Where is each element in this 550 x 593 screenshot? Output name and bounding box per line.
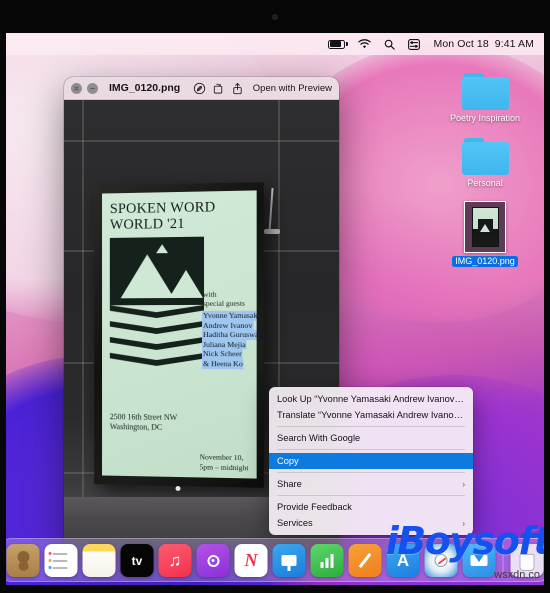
menu-item-services[interactable]: Services ›	[269, 515, 473, 531]
dock-item-music[interactable]: ♫	[158, 544, 192, 577]
dock-item-apple-tv[interactable]: tv	[120, 544, 154, 577]
dock[interactable]: tv ♫ N A	[6, 538, 544, 582]
menu-item-label: Translate “Yvonne Yamasaki Andrew Ivanov…	[277, 410, 465, 420]
menu-item-search-with-google[interactable]: Search With Google	[269, 430, 473, 446]
poster-chevron-stripes	[110, 305, 204, 366]
menu-bar-time: 9:41 AM	[494, 38, 534, 50]
dock-item-numbers[interactable]	[310, 544, 344, 577]
wall-cable	[268, 187, 274, 233]
menu-separator	[277, 495, 465, 496]
guest-name: Yvonne Yamasaki	[202, 310, 257, 321]
bar-chart-icon	[320, 553, 334, 568]
desktop-icon-poetry-inspiration[interactable]: Poetry Inspiration	[446, 73, 524, 124]
menu-separator	[277, 449, 465, 450]
dock-item-app-store[interactable]: A	[386, 544, 420, 577]
menu-bar-clock[interactable]: Mon Oct 18 9:41 AM	[433, 38, 534, 50]
laptop-device-frame: Mon Oct 18 9:41 AM Poetry Inspiration Pe…	[0, 0, 550, 593]
dock-item-podcasts[interactable]	[196, 544, 230, 577]
poster-address: 2500 16th Street NW Washington, DC	[109, 412, 178, 432]
menu-item-share[interactable]: Share ›	[269, 476, 473, 492]
pen-icon	[358, 552, 372, 569]
apple-tv-label: tv	[131, 553, 143, 568]
wall-grout-line	[64, 140, 339, 142]
app-store-label: A	[396, 550, 410, 570]
desktop-screen: Mon Oct 18 9:41 AM Poetry Inspiration Pe…	[6, 33, 544, 585]
menu-separator	[277, 426, 465, 427]
dock-item-contacts[interactable]	[6, 544, 40, 577]
music-note-icon: ♫	[168, 550, 182, 570]
podcast-icon	[207, 554, 219, 567]
screen-bezel-bottom	[0, 585, 550, 593]
menu-item-label: Look Up “Yvonne Yamasaki Andrew Ivanov…”	[277, 394, 465, 404]
poster-with-text: with special guests	[203, 289, 245, 308]
folder-icon	[461, 73, 509, 110]
desktop-icon-label: IMG_0120.png	[452, 256, 518, 267]
desktop-icon-img-0120[interactable]: IMG_0120.png	[446, 201, 524, 267]
menu-item-look-up[interactable]: Look Up “Yvonne Yamasaki Andrew Ivanov…”	[269, 391, 473, 407]
markup-icon[interactable]	[190, 80, 209, 97]
dock-item-news[interactable]: N	[234, 544, 268, 577]
desktop-icon-label: Personal	[467, 178, 503, 188]
menu-bar-date: Mon Oct 18	[433, 38, 489, 50]
poster-triangle-graphic	[109, 236, 205, 306]
window-title-bar[interactable]: IMG_0120.png Open with Preview	[64, 77, 339, 100]
guest-name: Haditha Guruswamy	[202, 330, 257, 340]
guest-name: Andrew Ivanov	[202, 320, 254, 331]
webcam-icon	[272, 14, 278, 20]
framed-poster[interactable]: SPOKEN WORD WORLD '21 with special guest…	[94, 182, 264, 492]
guest-name: & Heena Ko	[202, 359, 244, 369]
battery-icon[interactable]	[328, 39, 349, 49]
menu-item-copy[interactable]: Copy	[269, 453, 473, 469]
dock-item-safari[interactable]	[424, 544, 458, 577]
menu-item-label: Share	[277, 479, 302, 489]
open-with-preview-button[interactable]: Open with Preview	[247, 83, 332, 94]
desktop-icon-personal[interactable]: Personal	[446, 138, 524, 189]
menu-item-label: Services	[277, 518, 313, 528]
menu-item-label: Provide Feedback	[277, 502, 352, 512]
minimize-icon[interactable]	[87, 82, 98, 94]
image-file-icon	[464, 201, 506, 253]
menu-bar: Mon Oct 18 9:41 AM	[6, 33, 544, 55]
poster-title: SPOKEN WORD WORLD '21	[109, 199, 216, 233]
poster-date: November 10, 5pm – midnight	[199, 452, 249, 472]
folder-icon	[461, 138, 509, 175]
frame-screw	[175, 485, 181, 492]
rotate-icon[interactable]	[209, 80, 228, 97]
share-icon[interactable]	[228, 80, 247, 97]
context-menu[interactable]: Look Up “Yvonne Yamasaki Andrew Ivanov…”…	[269, 387, 473, 535]
envelope-icon	[470, 555, 488, 566]
poster-guest-list-selected[interactable]: Yvonne Yamasaki Andrew Ivanov Haditha Gu…	[202, 310, 257, 369]
chevron-right-icon: ›	[462, 518, 465, 528]
poster-artwork: SPOKEN WORD WORLD '21 with special guest…	[102, 190, 257, 479]
menu-item-provide-feedback[interactable]: Provide Feedback	[269, 499, 473, 515]
close-icon[interactable]	[71, 82, 82, 94]
screen-bezel-top	[0, 0, 550, 33]
wall-grout-line	[82, 100, 84, 555]
menu-separator	[277, 472, 465, 473]
news-label: N	[244, 550, 258, 570]
chevron-right-icon: ›	[462, 479, 465, 489]
compass-icon	[434, 554, 448, 567]
guest-name: Nick Scheer	[202, 349, 243, 360]
dock-item-notes[interactable]	[82, 544, 116, 577]
trash-icon	[519, 553, 535, 571]
dock-item-reminders[interactable]	[44, 544, 78, 577]
wall-bracket	[264, 229, 280, 234]
menu-item-translate[interactable]: Translate “Yvonne Yamasaki Andrew Ivanov…	[269, 407, 473, 423]
keynote-podium-icon	[281, 555, 297, 571]
search-icon[interactable]	[384, 39, 396, 50]
dock-item-mail[interactable]	[462, 544, 496, 577]
screen-bezel-right	[544, 33, 550, 585]
menu-item-label: Copy	[277, 456, 299, 466]
dock-item-pages[interactable]	[348, 544, 382, 577]
menu-item-label: Search With Google	[277, 433, 361, 443]
control-center-icon[interactable]	[408, 38, 421, 50]
dock-item-keynote[interactable]	[272, 544, 306, 577]
watermark-subtext: wsxdn.co	[494, 569, 540, 581]
guest-name: Juliana Mejia	[202, 339, 247, 350]
wifi-icon[interactable]	[358, 39, 372, 49]
desktop-icon-label: Poetry Inspiration	[449, 113, 521, 123]
window-title: IMG_0120.png	[109, 82, 181, 94]
